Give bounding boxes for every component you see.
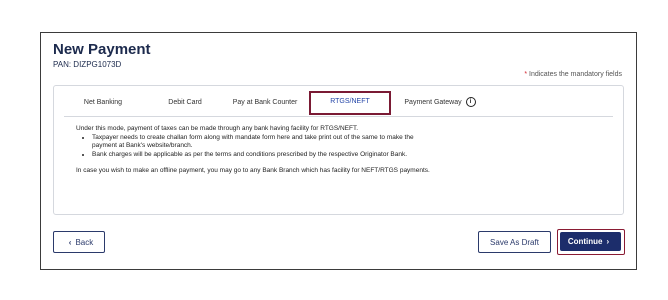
pan-label: PAN: DIZPG1073D [53,60,122,69]
payment-frame: New Payment PAN: DIZPG1073D * Indicates … [40,32,637,270]
page-title: New Payment [53,41,151,58]
tab-payment-gateway-label: Payment Gateway [404,99,462,106]
chevron-right-icon: › [606,237,610,246]
chevron-left-icon: ‹ [68,237,72,247]
tab-net-banking[interactable]: Net Banking [72,92,134,114]
mandatory-star: * [524,71,528,78]
back-label: Back [75,237,94,247]
info-icon[interactable]: i [465,97,476,108]
continue-button[interactable]: Continue › [560,232,621,251]
continue-label: Continue [567,237,603,246]
save-as-draft-button[interactable]: Save As Draft [478,231,551,253]
payment-mode-tabs: Net Banking Debit Card Pay at Bank Count… [64,91,613,117]
tab-rtgs-neft[interactable]: RTGS/NEFT [309,91,391,115]
info-bullets: Taxpayer needs to create challan form al… [76,134,436,160]
back-button[interactable]: ‹ Back [53,231,105,253]
mandatory-text: Indicates the mandatory fields [529,71,622,78]
bullet-challan: Taxpayer needs to create challan form al… [92,134,436,151]
tab-payment-gateway[interactable]: Payment Gateway i [399,92,481,114]
mandatory-note: * Indicates the mandatory fields [524,71,622,78]
intro-text: Under this mode, payment of taxes can be… [76,125,359,132]
tab-debit-card[interactable]: Debit Card [158,92,212,114]
offline-note: In case you wish to make an offline paym… [76,167,430,174]
payment-mode-panel: Net Banking Debit Card Pay at Bank Count… [53,85,624,215]
continue-focus-ring: Continue › [557,229,625,255]
bullet-bank-charges: Bank charges will be applicable as per t… [92,151,436,160]
rtgs-neft-content: Under this mode, payment of taxes can be… [76,125,436,176]
tab-pay-at-bank-counter[interactable]: Pay at Bank Counter [228,92,302,114]
